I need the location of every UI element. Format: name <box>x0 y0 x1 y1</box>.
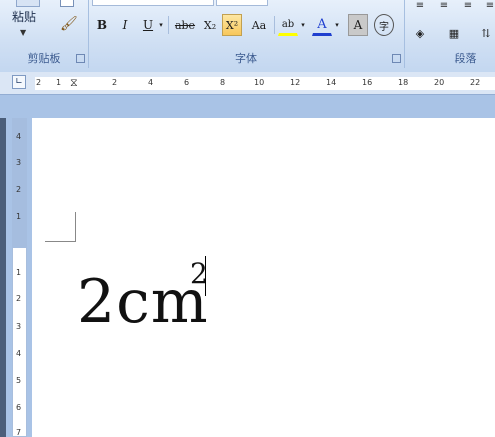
align-center-icon[interactable]: ≡ <box>434 0 454 16</box>
separator <box>274 16 275 34</box>
paste-label: 粘贴 <box>11 10 36 24</box>
justify-icon[interactable]: ≡ <box>480 0 495 16</box>
vertical-ruler-tick: 3 <box>16 158 22 167</box>
vertical-ruler-tick: 4 <box>16 132 22 141</box>
italic-button[interactable]: I <box>115 14 135 36</box>
ruler-tick: 4 <box>148 78 154 87</box>
highlight-button[interactable]: ab <box>278 14 298 36</box>
vertical-ruler-tick: 5 <box>16 376 22 385</box>
ribbon: 粘贴 ▼ 🖌 剪贴板 B I U ▾ abe X₂ X² Aa ab ▾ A ▾… <box>0 0 495 73</box>
ruler-tick: 2 <box>112 78 118 87</box>
font-group-label: 字体 <box>235 52 257 65</box>
ruler-tick: 12 <box>290 78 301 87</box>
window-edge <box>0 118 6 437</box>
indent-marker-icon[interactable]: ⧖ <box>70 76 78 90</box>
vertical-ruler-tick: 1 <box>16 268 22 277</box>
character-shading-button[interactable]: A <box>348 14 368 36</box>
vertical-ruler-tick: 3 <box>16 322 22 331</box>
subscript-button[interactable]: X₂ <box>200 14 220 36</box>
paragraph-group: ≡ ≡ ≡ ≡ ◈ ▦ ⇅ 段落 <box>406 0 495 68</box>
font-group: B I U ▾ abe X₂ X² Aa ab ▾ A ▾ A 字 字体 <box>88 0 405 68</box>
font-color-dropdown-icon[interactable]: ▾ <box>332 14 342 36</box>
align-left-icon[interactable]: ≡ <box>410 0 430 16</box>
clipboard-group-label: 剪贴板 <box>27 52 61 65</box>
copy-icon[interactable] <box>60 0 74 7</box>
margin-crop-mark <box>45 241 75 242</box>
paragraph-group-label: 段落 <box>454 52 477 65</box>
clipboard-dialog-launcher-icon[interactable] <box>76 54 85 63</box>
ruler-tick: 6 <box>184 78 190 87</box>
ruler-tick: 10 <box>254 78 265 87</box>
clipboard-icon <box>16 0 40 7</box>
borders-icon[interactable]: ▦ <box>444 22 464 44</box>
shading-icon[interactable]: ◈ <box>410 22 430 44</box>
underline-button[interactable]: U <box>138 14 158 36</box>
tab-selector-icon[interactable]: ∟ <box>12 75 26 89</box>
font-color-button[interactable]: A <box>312 14 332 36</box>
ruler-tick: 20 <box>434 78 445 87</box>
vertical-ruler-tick: 2 <box>16 185 22 194</box>
font-size-box[interactable] <box>216 0 268 6</box>
ruler-tick: 2 <box>36 78 42 87</box>
document-text[interactable]: 2cm <box>77 262 209 342</box>
ruler-tick: 8 <box>220 78 226 87</box>
font-dialog-launcher-icon[interactable] <box>392 54 401 63</box>
superscript-button[interactable]: X² <box>222 14 242 36</box>
format-painter-icon[interactable]: 🖌 <box>60 16 78 32</box>
vertical-ruler-tick: 6 <box>16 403 22 412</box>
vertical-ruler-tick: 2 <box>16 294 22 303</box>
text-cursor <box>205 256 206 296</box>
clipboard-group: 粘贴 ▼ 🖌 剪贴板 <box>0 0 89 68</box>
ruler-tick: 16 <box>362 78 373 87</box>
ruler-tick: 1 <box>56 78 62 87</box>
ruler-tick: 22 <box>470 78 481 87</box>
highlight-dropdown-icon[interactable]: ▾ <box>298 14 308 36</box>
strikethrough-button[interactable]: abe <box>172 14 198 36</box>
sort-icon[interactable]: ⇅ <box>476 22 495 44</box>
ruler-tick: 14 <box>326 78 337 87</box>
margin-crop-mark <box>75 212 76 242</box>
enclose-characters-button[interactable]: 字 <box>374 14 394 36</box>
font-name-box[interactable] <box>92 0 214 6</box>
underline-dropdown-icon[interactable]: ▾ <box>156 14 166 36</box>
vertical-ruler-tick: 7 <box>16 428 22 437</box>
change-case-button[interactable]: Aa <box>246 14 272 36</box>
separator <box>168 16 169 34</box>
vertical-ruler-tick: 4 <box>16 349 22 358</box>
align-right-icon[interactable]: ≡ <box>458 0 478 16</box>
chevron-down-icon: ▼ <box>20 28 27 37</box>
horizontal-ruler-text-area <box>35 77 495 90</box>
document-background <box>32 95 495 118</box>
paste-button[interactable]: 粘贴 ▼ <box>6 0 42 46</box>
ruler-tick: 18 <box>398 78 409 87</box>
bold-button[interactable]: B <box>92 14 112 36</box>
vertical-ruler-tick: 1 <box>16 212 22 221</box>
